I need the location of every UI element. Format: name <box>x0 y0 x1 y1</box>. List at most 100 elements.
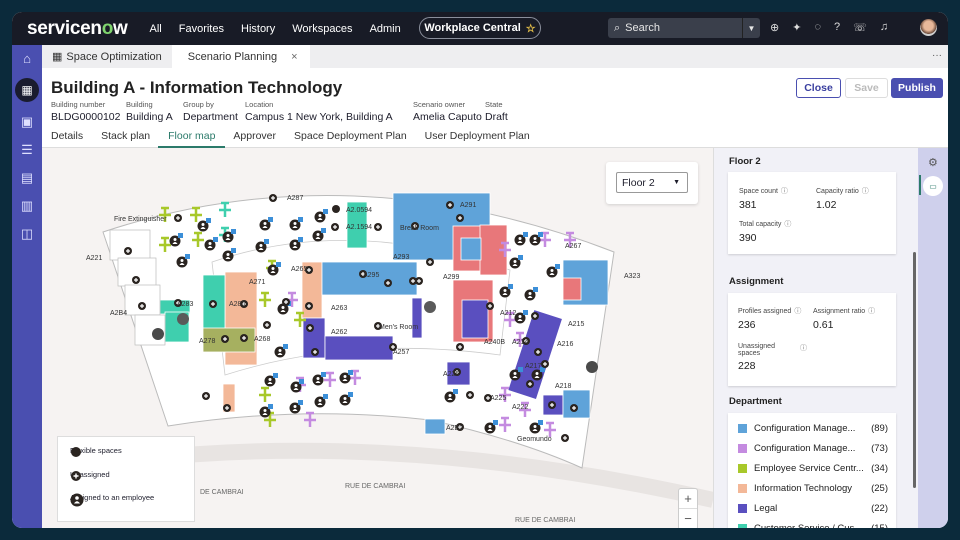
tab-details[interactable]: Details <box>51 130 93 148</box>
unassigned-space-marker[interactable] <box>570 404 578 412</box>
unassigned-space-marker[interactable] <box>282 298 290 306</box>
unassigned-space-marker[interactable] <box>331 223 339 231</box>
room-label[interactable]: A280 <box>229 301 245 308</box>
user-avatar[interactable] <box>920 19 937 36</box>
department-item[interactable]: Employee Service Centr... (34) <box>738 463 888 474</box>
tab-space-deployment-plan[interactable]: Space Deployment Plan <box>294 130 417 148</box>
unassigned-space-marker[interactable] <box>305 302 313 310</box>
unassigned-space-marker[interactable] <box>263 321 271 329</box>
room-label[interactable]: A215 <box>568 321 584 328</box>
room-label[interactable]: A218 <box>555 383 571 390</box>
room-label[interactable]: Break Room <box>400 225 439 232</box>
workspace-pill[interactable]: Workplace Central ☆ <box>419 17 541 39</box>
room-label[interactable]: A2.1594 <box>346 224 372 231</box>
map-room-office[interactable] <box>124 284 161 316</box>
room-label[interactable]: A265 <box>291 266 307 273</box>
nav-admin[interactable]: Admin <box>370 23 401 35</box>
unassigned-space-marker[interactable] <box>384 279 392 287</box>
unassigned-space-marker[interactable] <box>561 434 569 442</box>
nav-all[interactable]: All <box>150 23 162 35</box>
nav-workspaces[interactable]: Workspaces <box>292 23 352 35</box>
unassigned-space-marker[interactable] <box>209 300 217 308</box>
unassigned-space-marker[interactable] <box>534 348 542 356</box>
room-label[interactable]: A225 <box>490 395 506 402</box>
unassigned-space-marker[interactable] <box>269 194 277 202</box>
room-label[interactable]: A287 <box>287 195 303 202</box>
room-label[interactable]: Geomundo <box>517 436 552 443</box>
tab-floor-map[interactable]: Floor map <box>158 130 226 148</box>
buildings-icon[interactable]: ▣ <box>21 114 33 130</box>
unassigned-space-marker[interactable] <box>466 391 474 399</box>
servicenow-logo[interactable]: servicenow <box>27 18 128 40</box>
room-label[interactable]: A291 <box>460 202 476 209</box>
save-button[interactable]: Save <box>845 78 888 98</box>
tab-stack-plan[interactable]: Stack plan <box>101 130 160 148</box>
tab-space-optimization[interactable]: ▦ Space Optimization <box>42 45 172 68</box>
unassigned-space-marker[interactable] <box>446 201 454 209</box>
room-label[interactable]: A2.0594 <box>346 207 372 214</box>
unassigned-space-marker[interactable] <box>311 348 319 356</box>
room-label[interactable]: A323 <box>624 273 640 280</box>
unassigned-space-marker[interactable] <box>456 214 464 222</box>
publish-button[interactable]: Publish <box>891 78 943 98</box>
room-label[interactable]: A262 <box>331 329 347 336</box>
map-room[interactable] <box>424 418 446 435</box>
unassigned-space-marker[interactable] <box>526 380 534 388</box>
unassigned-space-marker[interactable] <box>548 401 556 409</box>
globe-icon[interactable]: ⊕ <box>770 21 779 34</box>
map-room[interactable] <box>461 299 489 339</box>
tab-scenario-planning[interactable]: Scenario Planning × <box>171 45 310 68</box>
close-button[interactable]: Close <box>796 78 841 98</box>
department-item[interactable]: Legal (22) <box>738 503 888 514</box>
info-icon[interactable]: ⓘ <box>868 308 875 315</box>
gear-icon[interactable]: ⚙ <box>928 156 938 169</box>
info-icon[interactable]: ⓘ <box>781 188 788 195</box>
map-room[interactable] <box>411 297 423 339</box>
tab-approver[interactable]: Approver <box>233 130 286 148</box>
elevator-marker[interactable] <box>424 301 436 313</box>
list-icon[interactable]: ☰ <box>21 142 33 158</box>
unassigned-space-marker[interactable] <box>240 334 248 342</box>
map-room[interactable] <box>324 335 394 361</box>
room-label[interactable]: A271 <box>249 279 265 286</box>
info-icon[interactable]: ⓘ <box>794 308 801 315</box>
room-label[interactable]: A2B2 <box>446 425 463 432</box>
room-label[interactable]: A222 <box>512 404 528 411</box>
nav-favorites[interactable]: Favorites <box>179 23 224 35</box>
unassigned-space-marker[interactable] <box>202 392 210 400</box>
room-label[interactable]: A283 <box>177 301 193 308</box>
unassigned-space-marker[interactable] <box>124 247 132 255</box>
bell-icon[interactable]: ♫ <box>880 21 888 34</box>
nav-history[interactable]: History <box>241 23 275 35</box>
room-label[interactable]: A212 <box>500 310 516 317</box>
floor-select[interactable]: Floor 2 ▼ <box>616 172 688 193</box>
department-item[interactable]: Configuration Manage... (73) <box>738 443 888 454</box>
unassigned-space-marker[interactable] <box>426 258 434 266</box>
room-label[interactable]: A278 <box>199 338 215 345</box>
unassigned-space-marker[interactable] <box>138 302 146 310</box>
phone-icon[interactable]: ☏ <box>853 21 867 34</box>
dashboard-icon[interactable]: ◫ <box>21 226 33 242</box>
unassigned-space-marker[interactable] <box>456 343 464 351</box>
unassigned-space-marker[interactable] <box>221 335 229 343</box>
more-icon[interactable]: ··· <box>932 50 942 61</box>
room-label[interactable]: A267 <box>565 243 581 250</box>
details-panel-icon[interactable]: ▭ <box>923 176 943 196</box>
zoom-out-button[interactable]: − <box>679 509 697 528</box>
room-label[interactable]: A257 <box>393 349 409 356</box>
map-room[interactable] <box>562 389 591 419</box>
floor-map[interactable]: DE CAMBRAI RUE DE CAMBRAI RUE DE CAMBRAI… <box>42 148 713 528</box>
unassigned-space-marker[interactable] <box>531 312 539 320</box>
sparkle-icon[interactable]: ✦ <box>792 21 801 34</box>
room-label[interactable]: A216 <box>557 341 573 348</box>
map-room-office[interactable] <box>109 229 151 261</box>
department-item[interactable]: Configuration Manage... (89) <box>738 423 888 434</box>
room-label[interactable]: A240B <box>484 339 505 346</box>
elevator-marker[interactable] <box>177 313 189 325</box>
info-icon[interactable]: ⓘ <box>784 221 791 228</box>
calendar-icon[interactable]: ▥ <box>21 198 33 214</box>
room-label[interactable]: A299 <box>443 274 459 281</box>
zoom-in-button[interactable]: + <box>679 489 697 509</box>
help-icon[interactable]: ? <box>834 21 840 34</box>
room-label[interactable]: A214 <box>512 339 528 346</box>
